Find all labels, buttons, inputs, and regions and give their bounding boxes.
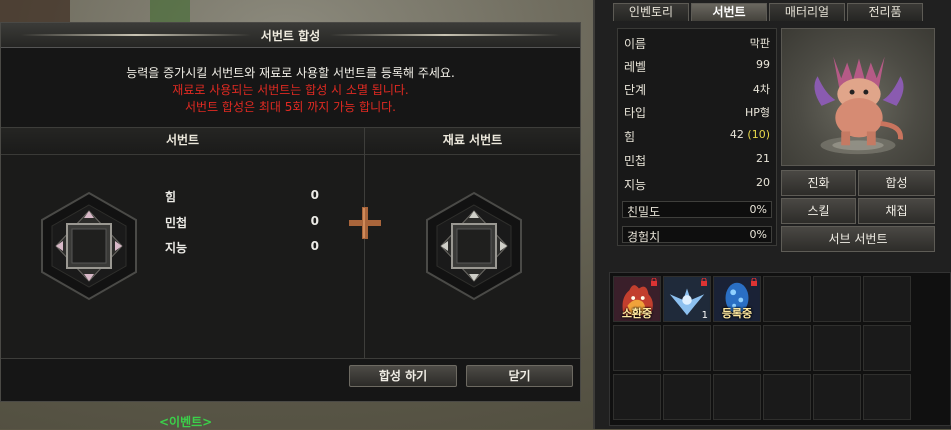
info-label: 민첩 — [624, 154, 647, 168]
servant-slot[interactable] — [34, 191, 144, 301]
info-row-stage: 단계 4차 — [624, 81, 770, 103]
info-value: 막판 — [749, 37, 770, 50]
inventory-slot-empty[interactable] — [663, 325, 711, 371]
slot-count: 1 — [701, 310, 708, 321]
stat-label-dex: 민첩 — [165, 216, 188, 230]
inventory-slot-empty[interactable] — [863, 325, 911, 371]
stat-label-str: 힘 — [165, 190, 177, 204]
inventory-slot[interactable]: 등록중 — [713, 276, 761, 322]
inventory-slot-empty[interactable] — [613, 325, 661, 371]
inventory-slot-empty[interactable] — [763, 325, 811, 371]
info-label: 힘 — [624, 130, 636, 144]
tab-inventory[interactable]: 인벤토리 — [613, 3, 689, 21]
info-label: 지능 — [624, 178, 647, 192]
servant-synthesis-dialog: 서번트 합성 능력을 증가시킬 서번트와 재료로 사용할 서번트를 등록해 주세… — [0, 22, 581, 402]
inventory-slot-empty[interactable] — [863, 276, 911, 322]
stat-label-int: 지능 — [165, 241, 188, 255]
tab-material[interactable]: 매터리얼 — [769, 3, 845, 21]
inventory-slot-empty[interactable] — [613, 374, 661, 420]
event-label[interactable]: <이벤트> — [159, 413, 212, 430]
inventory-slot-empty[interactable] — [713, 325, 761, 371]
str-bonus: (10) — [747, 128, 770, 141]
info-value: 20 — [756, 176, 770, 189]
inventory-slot-empty[interactable] — [663, 374, 711, 420]
inventory-slot-empty[interactable] — [813, 374, 861, 420]
plus-icon — [349, 207, 381, 239]
dialog-title: 서번트 합성 — [260, 29, 321, 43]
servant-info-box: 이름 막판 레벨 99 단계 4차 타입 HP형 힘 42 (10) 민첩 21… — [617, 28, 777, 246]
hexagon-slot-icon — [426, 191, 522, 301]
stat-value-int: 0 — [310, 239, 319, 253]
inventory-slot-empty[interactable] — [813, 325, 861, 371]
bar-value: 0% — [749, 228, 767, 241]
info-label: 레벨 — [624, 60, 647, 74]
servant-side-panel: 인벤토리 서번트 매터리얼 전리품 이름 막판 레벨 99 단계 4차 타입 H… — [593, 0, 951, 429]
inventory-slot-empty[interactable] — [713, 374, 761, 420]
gather-button[interactable]: 채집 — [858, 198, 935, 224]
intimacy-bar: 친밀도 0% — [622, 201, 772, 219]
inventory-slot-empty[interactable] — [763, 374, 811, 420]
inventory-slot-empty[interactable] — [763, 276, 811, 322]
slot-caption: 등록중 — [721, 307, 753, 320]
info-label: 이름 — [624, 37, 647, 51]
stat-value-dex: 0 — [310, 214, 319, 228]
dialog-titlebar[interactable]: 서번트 합성 — [1, 23, 580, 48]
slot-caption: 소환중 — [621, 307, 653, 320]
bar-label: 경험치 — [627, 230, 661, 244]
inventory-slot-empty[interactable] — [813, 276, 861, 322]
material-servant-slot[interactable] — [419, 191, 529, 301]
synthesize-button[interactable]: 합성 하기 — [349, 365, 457, 387]
bar-label: 친밀도 — [627, 205, 661, 219]
info-row-int: 지능 20 — [624, 176, 770, 198]
servant-creature-icon — [814, 56, 904, 155]
info-value: 4차 — [752, 83, 770, 96]
str-value: 42 — [729, 128, 744, 141]
bar-value: 0% — [749, 203, 767, 216]
servant-portrait — [781, 28, 935, 166]
column-divider — [364, 128, 365, 358]
servant-inventory-grid: 소환중 1 등록중 — [609, 272, 951, 426]
inventory-slot[interactable]: 소환중 — [613, 276, 661, 322]
lock-icon — [751, 278, 757, 286]
exp-bar: 경험치 0% — [622, 226, 772, 244]
info-label: 단계 — [624, 83, 647, 97]
sub-servant-button[interactable]: 서브 서번트 — [781, 226, 935, 252]
info-value: 21 — [756, 152, 770, 165]
stat-value-str: 0 — [310, 188, 319, 202]
info-row-dex: 민첩 21 — [624, 152, 770, 174]
tab-servant[interactable]: 서번트 — [691, 3, 767, 21]
lock-icon — [701, 278, 707, 286]
info-value: 99 — [756, 58, 770, 71]
synth-button[interactable]: 합성 — [858, 170, 935, 196]
info-value: HP형 — [744, 106, 770, 119]
material-column-header: 재료 서번트 — [365, 128, 580, 155]
skill-button[interactable]: 스킬 — [781, 198, 856, 224]
info-row-str: 힘 42 (10) — [624, 128, 770, 150]
info-value: 42 (10) — [730, 128, 770, 141]
warning-text-limit: 서번트 합성은 최대 5회 까지 가능 합니다. — [185, 100, 396, 114]
evolve-button[interactable]: 진화 — [781, 170, 856, 196]
info-row-type: 타입 HP형 — [624, 104, 770, 126]
lock-icon — [651, 278, 657, 286]
info-row-level: 레벨 99 — [624, 58, 770, 80]
inventory-slot-empty[interactable] — [863, 374, 911, 420]
hexagon-slot-icon — [41, 191, 137, 301]
info-label: 타입 — [624, 106, 647, 120]
instruction-text: 능력을 증가시킬 서번트와 재료로 사용할 서번트를 등록해 주세요. — [126, 66, 455, 80]
close-button[interactable]: 닫기 — [466, 365, 573, 387]
inventory-slot[interactable]: 1 — [663, 276, 711, 322]
tab-loot[interactable]: 전리품 — [847, 3, 923, 21]
servant-column-header: 서번트 — [1, 128, 364, 155]
warning-text-consume: 재료로 사용되는 서번트는 합성 시 소멸 됩니다. — [172, 83, 409, 97]
info-row-name: 이름 막판 — [624, 35, 770, 57]
